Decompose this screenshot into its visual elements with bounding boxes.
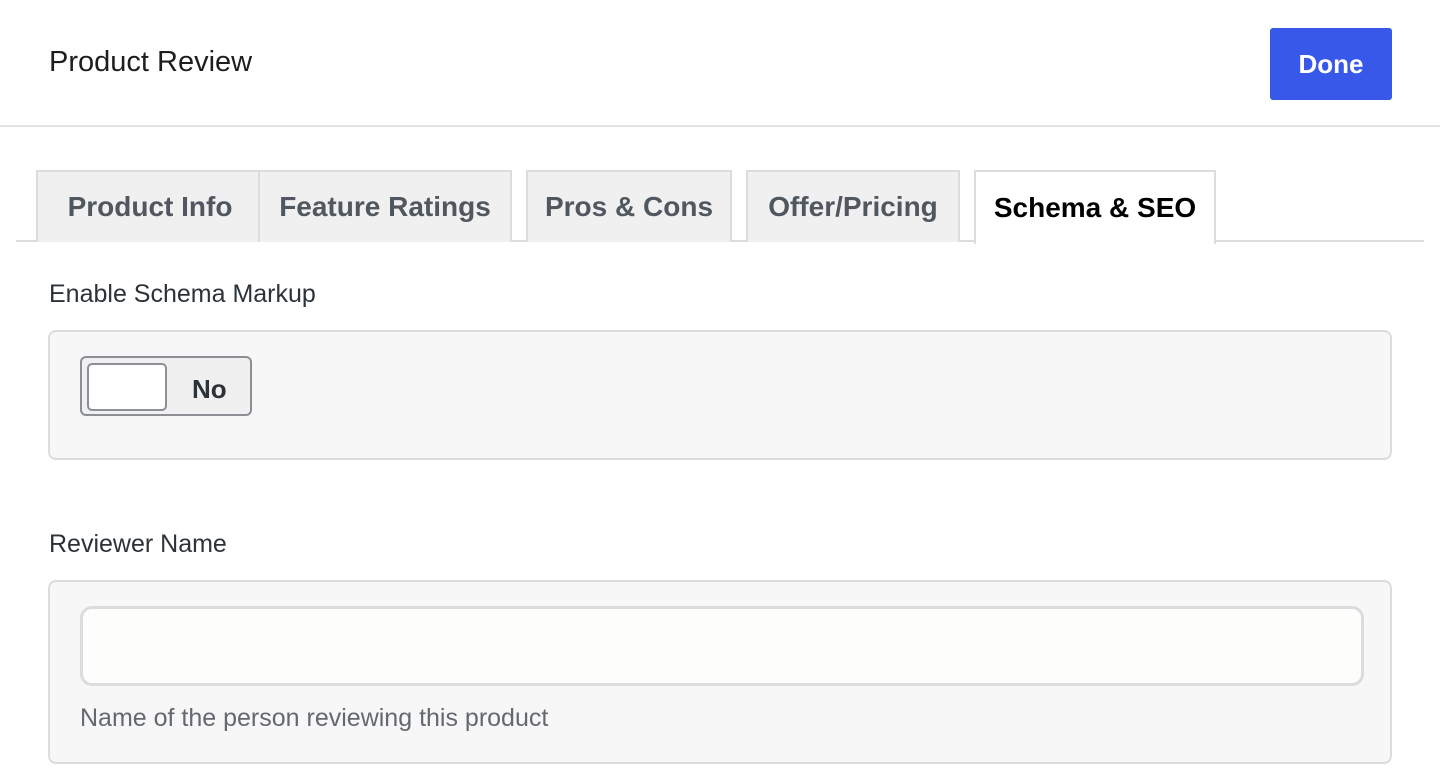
tab-pros-cons[interactable]: Pros & Cons bbox=[526, 170, 732, 242]
reviewer-name-input[interactable] bbox=[80, 606, 1364, 686]
toggle-knob bbox=[87, 363, 167, 411]
tab-feature-ratings[interactable]: Feature Ratings bbox=[258, 170, 512, 242]
schema-markup-panel: No bbox=[48, 330, 1392, 460]
tab-product-info[interactable]: Product Info bbox=[36, 170, 264, 242]
product-review-modal: Product Review Done Product Info Feature… bbox=[0, 0, 1440, 780]
done-button[interactable]: Done bbox=[1270, 28, 1392, 100]
schema-markup-toggle[interactable]: No bbox=[80, 356, 252, 416]
tab-bar: Product Info Feature Ratings Pros & Cons… bbox=[16, 170, 1424, 244]
tab-offer-pricing[interactable]: Offer/Pricing bbox=[746, 170, 960, 242]
reviewer-name-panel: Name of the person reviewing this produc… bbox=[48, 580, 1392, 764]
reviewer-name-help: Name of the person reviewing this produc… bbox=[80, 704, 549, 732]
modal-header: Product Review Done bbox=[0, 0, 1440, 127]
reviewer-name-label: Reviewer Name bbox=[49, 530, 227, 558]
modal-title: Product Review bbox=[49, 46, 253, 78]
tab-schema-seo[interactable]: Schema & SEO bbox=[974, 170, 1216, 244]
schema-markup-label: Enable Schema Markup bbox=[49, 280, 316, 308]
toggle-state-text: No bbox=[192, 374, 227, 404]
